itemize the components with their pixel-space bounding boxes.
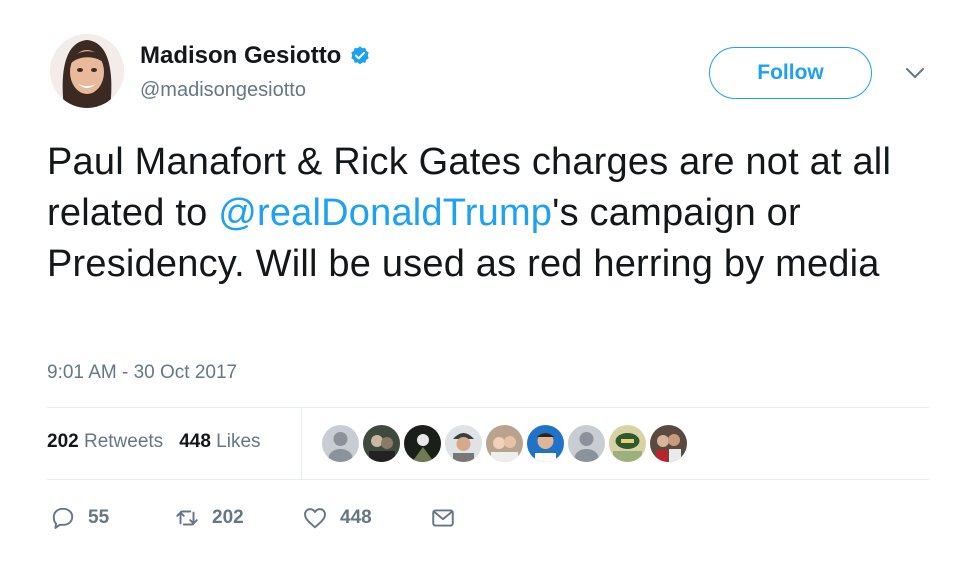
mention-link[interactable]: @realDonaldTrump	[218, 192, 552, 234]
liker-avatar[interactable]	[650, 425, 687, 462]
tweet-stats: 202 Retweets 448 Likes	[47, 431, 261, 453]
chevron-down-icon[interactable]	[905, 66, 925, 80]
liker-avatar[interactable]	[486, 425, 523, 462]
liker-avatar[interactable]	[322, 425, 359, 462]
reply-button[interactable]: 55	[50, 505, 174, 531]
likes-stat-label: Likes	[216, 431, 261, 452]
liker-avatar[interactable]	[609, 425, 646, 462]
liker-avatar[interactable]	[363, 425, 400, 462]
retweet-count: 202	[212, 507, 244, 528]
like-button[interactable]: 448	[302, 505, 430, 531]
liker-avatar[interactable]	[527, 425, 564, 462]
tweet-timestamp[interactable]: 9:01 AM - 30 Oct 2017	[47, 362, 237, 384]
retweets-stat[interactable]: 202 Retweets	[47, 431, 163, 453]
liker-avatars	[322, 425, 687, 462]
divider-top	[47, 407, 929, 408]
stats-separator	[301, 407, 302, 480]
like-count: 448	[340, 507, 372, 528]
retweets-stat-label: Retweets	[83, 431, 164, 452]
retweets-stat-count: 202	[47, 431, 79, 452]
direct-message-button[interactable]	[430, 505, 456, 531]
liker-avatar[interactable]	[404, 425, 441, 462]
follow-button[interactable]: Follow	[709, 47, 872, 99]
reply-icon	[52, 507, 74, 529]
tweet-text: Paul Manafort & Rick Gates charges are n…	[47, 137, 927, 290]
envelope-icon	[432, 509, 454, 527]
retweet-icon	[176, 510, 198, 526]
heart-icon	[304, 508, 326, 529]
liker-avatar[interactable]	[445, 425, 482, 462]
likes-stat-count: 448	[179, 431, 211, 452]
author-handle[interactable]: @madisongesiotto	[140, 79, 306, 102]
tweet-actions: 55 202 448	[50, 505, 456, 531]
retweet-button[interactable]: 202	[174, 505, 302, 531]
author-avatar[interactable]	[50, 34, 124, 108]
author-name-row[interactable]: Madison Gesiotto	[140, 42, 371, 70]
likes-stat[interactable]: 448 Likes	[179, 431, 260, 453]
author-name[interactable]: Madison Gesiotto	[140, 42, 341, 70]
liker-avatar[interactable]	[568, 425, 605, 462]
divider-bottom	[47, 479, 929, 480]
reply-count: 55	[88, 507, 110, 528]
verified-badge-icon	[351, 46, 370, 65]
